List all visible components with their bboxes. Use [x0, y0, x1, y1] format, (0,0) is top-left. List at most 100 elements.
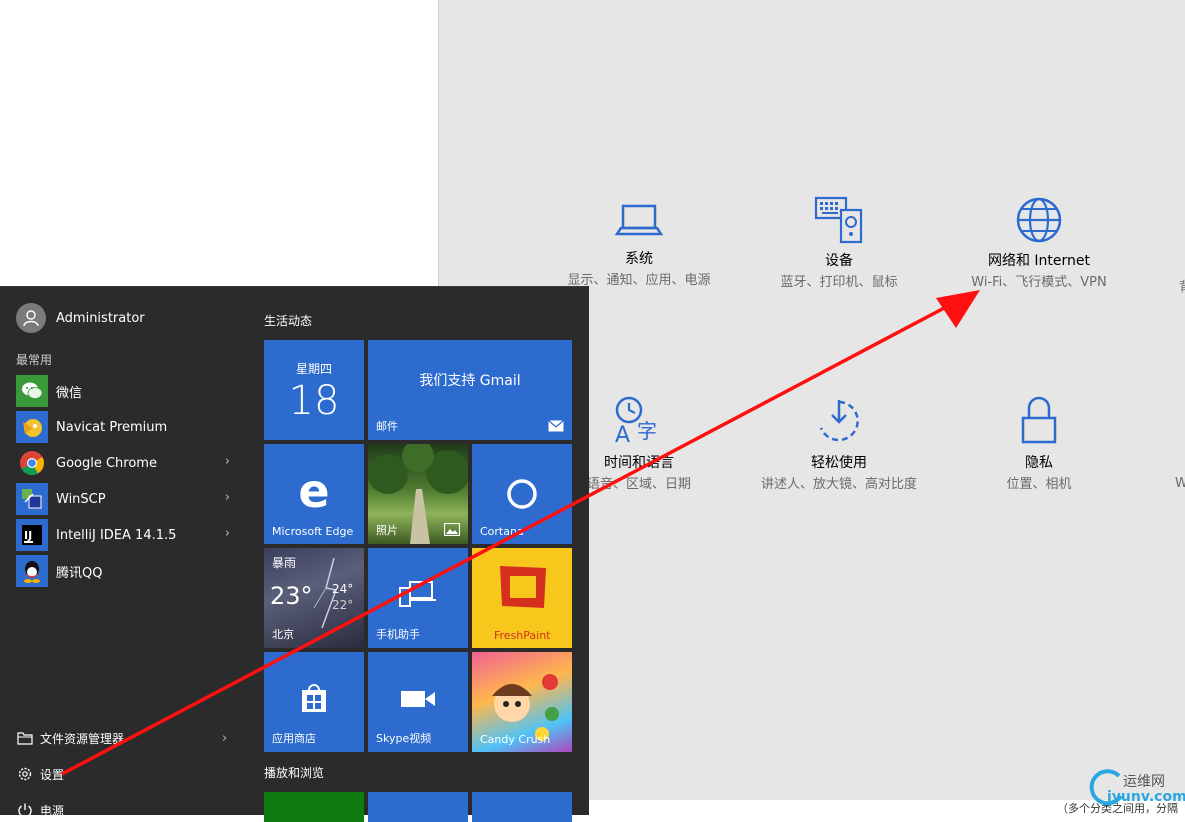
freshpaint-icon — [500, 566, 546, 608]
tile-name: 邮件 — [376, 420, 398, 433]
tile-name: Microsoft Edge — [272, 525, 354, 538]
app-label: Google Chrome — [56, 455, 157, 471]
gear-icon — [16, 766, 34, 782]
edge-icon: e — [298, 464, 330, 518]
mail-headline: 我们支持 Gmail — [419, 373, 521, 389]
intellij-icon: IJ — [16, 519, 48, 551]
tile-name: 照片 — [376, 524, 398, 537]
settings-item-privacy[interactable]: 隐私 位置、相机 — [949, 396, 1129, 494]
weather-condition: 暴雨 — [272, 556, 297, 570]
file-explorer-button[interactable]: 文件资源管理器 › — [16, 727, 240, 749]
chrome-icon — [16, 447, 48, 479]
cortana-icon — [507, 479, 537, 509]
settings-item-title: 网络和 Internet — [987, 253, 1091, 269]
tile-name: Candy Crush — [480, 733, 551, 746]
user-avatar-icon — [16, 303, 46, 333]
edge-tile[interactable]: e Microsoft Edge — [264, 444, 364, 544]
start-menu: Administrator 最常用 微信 Navicat Premium Goo… — [0, 286, 589, 822]
tile-name: 手机助手 — [376, 628, 420, 641]
app-label: 微信 — [56, 385, 83, 401]
svg-text:IJ: IJ — [24, 529, 32, 542]
navicat-icon — [16, 411, 48, 443]
photo-icon — [444, 523, 460, 536]
cortana-tile[interactable]: Cortana — [472, 444, 572, 544]
chevron-right-icon[interactable]: › — [225, 454, 230, 469]
store-tile[interactable]: 应用商店 — [264, 652, 364, 752]
watermark-logo: 运维网 iyunv.com — [1085, 766, 1185, 810]
phone-companion-tile[interactable]: 手机助手 — [368, 548, 468, 648]
music-tile[interactable] — [368, 792, 468, 822]
chevron-right-icon[interactable]: › — [222, 731, 227, 746]
app-item-qq[interactable]: 腾讯QQ — [16, 553, 240, 589]
calendar-day: 18 — [288, 378, 340, 424]
photos-tile[interactable]: 照片 — [368, 444, 468, 544]
settings-item-title: 设备 — [825, 253, 853, 269]
settings-item-network[interactable]: 网络和 Internet Wi-Fi、飞行模式、VPN — [949, 196, 1129, 292]
settings-item-title: 轻松使用 — [811, 455, 867, 471]
chevron-right-icon[interactable]: › — [225, 526, 230, 541]
store-bag-icon — [302, 684, 326, 712]
weather-temp: 23° — [270, 582, 313, 610]
movies-tile[interactable] — [472, 792, 572, 822]
time-language-icon: A 字 — [615, 396, 657, 446]
partial-settings-text: 背 — [1179, 276, 1185, 295]
app-label: Navicat Premium — [56, 419, 168, 435]
keyboard-speaker-icon — [814, 196, 863, 244]
phone-laptop-icon — [399, 581, 436, 607]
settings-item-desc: 蓝牙、打印机、鼠标 — [780, 275, 898, 290]
ease-of-access-icon — [819, 400, 859, 442]
watermark-domain: iyunv.com — [1107, 789, 1185, 805]
laptop-icon — [614, 204, 664, 236]
calendar-tile[interactable]: 星期四 18 — [264, 340, 364, 440]
app-item-wechat[interactable]: 微信 — [16, 373, 240, 409]
tile-name: FreshPaint — [494, 629, 551, 642]
mail-icon — [548, 420, 564, 432]
settings-item-title: 系统 — [625, 251, 653, 267]
settings-item-desc: Wi-Fi、飞行模式、VPN — [971, 275, 1107, 290]
settings-button[interactable]: 设置 — [16, 763, 64, 785]
weather-tile[interactable]: 暴雨 23° 24° 22° 北京 — [264, 548, 364, 648]
file-explorer-label: 文件资源管理器 — [40, 731, 125, 746]
power-label: 电源 — [40, 803, 65, 818]
power-button[interactable]: 电源 — [16, 799, 64, 821]
folder-icon — [16, 731, 34, 745]
candy-crush-tile[interactable]: Candy Crush — [472, 652, 572, 752]
app-label: IntelliJ IDEA 14.1.5 — [56, 527, 177, 543]
app-item-chrome[interactable]: Google Chrome › — [16, 445, 240, 481]
settings-item-system[interactable]: 系统 显示、通知、应用、电源 — [549, 196, 729, 290]
tile-name: Skype视频 — [376, 732, 432, 745]
tile-name: 应用商店 — [272, 732, 316, 745]
settings-item-ease-of-access[interactable]: 轻松使用 讲述人、放大镜、高对比度 — [749, 396, 929, 494]
user-name: Administrator — [56, 310, 145, 326]
weather-low: 22° — [332, 598, 354, 612]
play-section-title: 播放和浏览 — [264, 766, 325, 780]
weather-high: 24° — [332, 582, 354, 596]
calendar-weekday: 星期四 — [295, 362, 332, 376]
qq-icon — [16, 555, 48, 587]
chevron-right-icon[interactable]: › — [225, 490, 230, 505]
most-used-list: 微信 Navicat Premium Google Chrome › WinSC… — [16, 373, 240, 589]
app-item-navicat[interactable]: Navicat Premium — [16, 409, 240, 445]
app-item-intellij[interactable]: IJ IntelliJ IDEA 14.1.5 › — [16, 517, 240, 553]
most-used-heading: 最常用 — [16, 353, 53, 367]
settings-item-title: 隐私 — [1025, 455, 1053, 471]
settings-item-devices[interactable]: 设备 蓝牙、打印机、鼠标 — [749, 196, 929, 292]
partial-settings-text: W — [1175, 476, 1185, 491]
xbox-tile[interactable] — [264, 792, 364, 822]
skype-tile[interactable]: Skype视频 — [368, 652, 468, 752]
video-camera-icon — [401, 691, 435, 707]
freshpaint-tile[interactable]: FreshPaint — [472, 548, 572, 648]
tile-name: 北京 — [272, 628, 294, 641]
mail-tile[interactable]: 我们支持 Gmail 邮件 — [368, 340, 572, 440]
winscp-icon — [16, 483, 48, 515]
app-item-winscp[interactable]: WinSCP › — [16, 481, 240, 517]
wechat-icon — [16, 375, 48, 407]
user-account[interactable]: Administrator — [16, 303, 145, 333]
app-label: 腾讯QQ — [56, 565, 103, 581]
globe-icon — [1016, 197, 1062, 243]
live-section-title: 生活动态 — [264, 314, 313, 328]
settings-item-desc: 位置、相机 — [1006, 477, 1072, 492]
svg-text:字: 字 — [637, 419, 657, 443]
lock-icon — [1021, 396, 1057, 444]
desktop-background — [0, 0, 438, 286]
